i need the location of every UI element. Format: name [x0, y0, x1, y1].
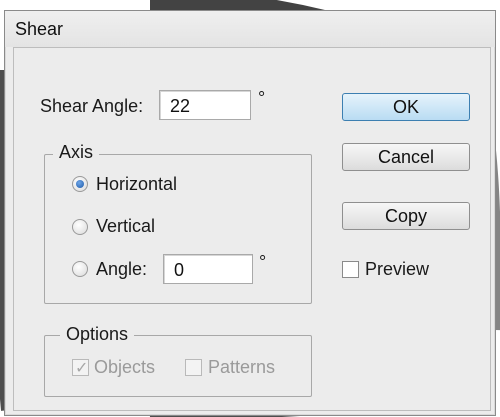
shear-dialog: Shear Shear Angle: 22 ° Axis Horizontal …: [4, 10, 496, 416]
copy-button[interactable]: Copy: [342, 202, 470, 230]
objects-checkbox[interactable]: ✓: [72, 359, 89, 377]
patterns-label: Patterns: [208, 357, 276, 377]
angle-radio[interactable]: [72, 261, 88, 277]
axis-angle-unit: °: [259, 252, 267, 272]
horizontal-label: Horizontal: [96, 174, 178, 194]
axis-group-title: Axis: [53, 142, 100, 163]
title-bar: Shear: [5, 11, 495, 47]
dialog-title: Shear: [15, 19, 64, 39]
preview-label: Preview: [365, 259, 430, 279]
shear-angle-unit: °: [258, 88, 266, 108]
shear-angle-input[interactable]: 22: [159, 90, 251, 120]
cancel-button[interactable]: Cancel: [342, 143, 470, 171]
patterns-checkbox[interactable]: [185, 359, 202, 376]
shear-angle-label: Shear Angle:: [40, 96, 144, 116]
vertical-label: Vertical: [96, 216, 156, 236]
dialog-body: Shear Angle: 22 ° Axis Horizontal Vertic…: [13, 47, 491, 411]
objects-label: Objects: [94, 357, 156, 377]
options-group-title: Options: [60, 324, 135, 345]
axis-angle-input[interactable]: 0: [163, 254, 253, 284]
ok-button[interactable]: OK: [342, 93, 470, 121]
angle-label: Angle:: [96, 259, 148, 279]
horizontal-radio[interactable]: [72, 176, 88, 192]
checkmark-icon: ✓: [75, 360, 89, 377]
preview-checkbox[interactable]: [342, 261, 359, 278]
vertical-radio[interactable]: [72, 219, 88, 235]
